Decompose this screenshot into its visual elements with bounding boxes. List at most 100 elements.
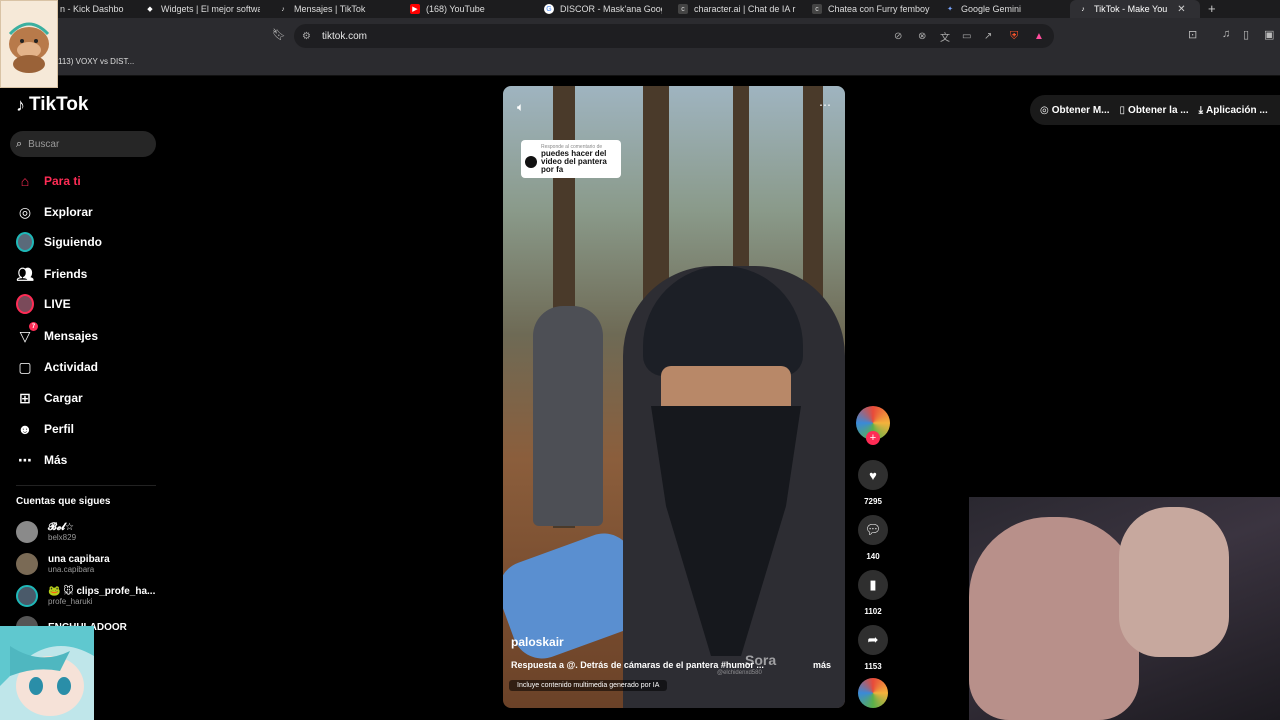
url-text: tiktok.com (322, 30, 368, 42)
search-input[interactable]: ⌕ Buscar (10, 131, 156, 157)
following-item[interactable]: 𝓑𝓮𝓵☆ belx829 (16, 521, 76, 543)
webcam-person (969, 517, 1139, 720)
brave-rewards-icon[interactable]: ▲ (1034, 31, 1044, 42)
bookmark-item[interactable]: 113) VOXY vs DIST... (58, 57, 134, 66)
sidebar-toggle-icon[interactable]: ▯ (1243, 28, 1249, 41)
home-icon: ⌂ (20, 173, 30, 189)
reply-comment-bubble: Responde al comentario de puedes hacer d… (521, 140, 621, 178)
tab-furry-chat[interactable]: c Chatea con Furry femboy (812, 0, 930, 18)
nav-perfil[interactable]: ☻ Perfil (16, 420, 74, 438)
following-item[interactable]: una capibara una.capibara (16, 553, 110, 575)
tab-kick[interactable]: n - Kick Dashbo (60, 0, 140, 18)
cast-icon[interactable]: ▭ (962, 31, 971, 42)
download-icon: ⤓ (1198, 104, 1204, 116)
characterai-icon: c (812, 4, 822, 14)
live-icon (16, 294, 34, 314)
nav-cargar[interactable]: ⊞ Cargar (16, 389, 83, 407)
compass-icon: ◎ (18, 203, 32, 220)
save-count: 1102 (864, 607, 882, 616)
coin-icon: ◎ (1040, 104, 1049, 116)
caption-more-link[interactable]: más (813, 660, 831, 670)
more-icon: ⋯ (18, 451, 32, 468)
streamer-avatar-overlay (0, 0, 58, 88)
media-icon[interactable]: ♫ (1222, 28, 1230, 40)
tab-tiktok-active[interactable]: ♪ TikTok - Make You ✕ (1070, 0, 1200, 18)
wallet-icon[interactable]: ▣ (1264, 28, 1274, 41)
like-button[interactable]: ♥ (858, 460, 888, 490)
comment-count: 140 (866, 552, 880, 561)
webcam-overlay (969, 497, 1280, 720)
visibility-off-icon[interactable]: ⊗ (918, 31, 926, 42)
watermark-handle: @elchidenxd580 (717, 670, 762, 676)
music-disc[interactable] (858, 678, 888, 708)
tab-characterai[interactable]: c character.ai | Chat de IA r (678, 0, 796, 18)
more-options-icon[interactable]: ⋯ (819, 98, 831, 112)
nav-explorar[interactable]: ◎ Explorar (16, 203, 93, 221)
following-heading: Cuentas que sigues (16, 496, 111, 507)
heart-icon: ♥ (869, 467, 877, 483)
share-icon[interactable]: ↗ (984, 31, 992, 42)
notification-badge: 7 (29, 322, 38, 331)
tiktok-note-icon: ♪ (16, 94, 25, 115)
follow-plus-icon[interactable]: + (866, 431, 880, 445)
activity-icon: ▢ (18, 358, 32, 375)
share-arrow-icon: ➦ (867, 632, 879, 647)
tab-widgets[interactable]: ◆ Widgets | El mejor softwa (145, 0, 260, 18)
nav-para-ti[interactable]: ⌂ Para ti (16, 172, 81, 190)
messages-icon: ▽ 7 (16, 322, 38, 345)
get-coins-button[interactable]: ◎ Obtener M... (1040, 105, 1110, 116)
avatar (16, 521, 38, 543)
get-app-button[interactable]: ▯ Obtener la ... (1120, 105, 1189, 116)
tab-discor[interactable]: G DISCOR - Mask'ana Goog (544, 0, 662, 18)
new-tab-button[interactable]: + (1208, 1, 1216, 16)
comment-button[interactable]: 💬︎ (858, 515, 888, 545)
profile-icon: ☻ (17, 421, 33, 437)
bookmark-icon: ▮ (869, 577, 877, 592)
following-avatar-icon (16, 232, 34, 252)
brave-shield-icon[interactable]: ⛨ (1010, 30, 1018, 43)
share-button[interactable]: ➦ (858, 625, 888, 655)
nav-friends[interactable]: 👥︎ Friends (16, 265, 87, 283)
bookmark-icon[interactable]: 🔖︎ (272, 28, 286, 41)
phone-icon: ▯ (1119, 104, 1126, 116)
anime-girl-icon (0, 626, 94, 720)
desktop-app-button[interactable]: ⤓ Aplicación ... (1199, 105, 1268, 116)
nav-mas[interactable]: ⋯ Más (16, 451, 67, 469)
sidebar-panel-icon[interactable]: ⊡ (1188, 28, 1197, 41)
video-caption: Respuesta a @. Detrás de cámaras de el p… (511, 660, 764, 670)
volume-muted-icon[interactable]: 🔈︎ (517, 100, 524, 115)
avatar (16, 553, 38, 575)
nav-actividad[interactable]: ▢ Actividad (16, 358, 98, 376)
characterai-icon: c (678, 4, 688, 14)
nav-live[interactable]: LIVE (16, 294, 71, 314)
video-author[interactable]: paloskair (511, 635, 564, 649)
tiktok-logo[interactable]: ♪ TikTok (16, 94, 88, 116)
following-item[interactable]: 🐸 🐭 clips_profe_ha... profe_haruki (16, 585, 155, 607)
tiktok-icon: ♪ (1081, 5, 1085, 13)
share-count: 1153 (864, 662, 882, 671)
nav-mensajes[interactable]: ▽ 7 Mensajes (16, 322, 98, 345)
bookmarks-bar: 113) VOXY vs DIST... (0, 54, 1280, 76)
sidebar-divider (16, 485, 156, 486)
nav-siguiendo[interactable]: Siguiendo (16, 232, 102, 252)
save-button[interactable]: ▮ (858, 570, 888, 600)
video-player[interactable]: 🔈︎ ⋯ Responde al comentario de puedes ha… (503, 86, 845, 708)
comment-icon: 💬︎ (864, 522, 882, 537)
site-info-icon[interactable]: ⚙ (302, 31, 311, 42)
friends-icon: 👥︎ (16, 265, 34, 282)
webcam-hand (1119, 507, 1229, 657)
browser-toolbar: 🔖︎ ⚙ tiktok.com ⊘ ⊗ 文 ▭ ↗ ⛨ ▲ ⊡ ♫ ▯ ▣ (0, 18, 1280, 54)
anime-character-overlay (0, 626, 94, 720)
search-icon: ⌕ (16, 137, 23, 150)
mute-icon[interactable]: ⊘ (894, 31, 902, 42)
translate-icon[interactable]: 文 (940, 29, 950, 44)
close-icon[interactable]: ✕ (1177, 4, 1185, 15)
upload-icon: ⊞ (19, 389, 31, 406)
tab-gemini[interactable]: ✦ Google Gemini (945, 0, 1063, 18)
commenter-avatar (525, 156, 537, 168)
address-bar[interactable]: ⚙ tiktok.com ⊘ ⊗ 文 ▭ ↗ ⛨ ▲ (294, 24, 1054, 48)
tab-youtube[interactable]: ▶ (168) YouTube (410, 0, 530, 18)
top-actions-bar: ◎ Obtener M... ▯ Obtener la ... ⤓ Aplica… (1030, 95, 1280, 125)
tab-mensajes-tiktok[interactable]: ♪ Mensajes | TikTok (278, 0, 398, 18)
ai-content-label: Incluye contenido multimedia generado po… (509, 680, 668, 691)
